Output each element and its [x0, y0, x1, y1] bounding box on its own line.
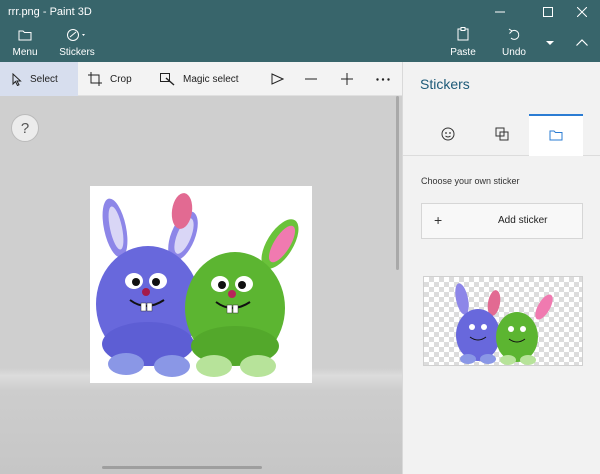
tools-toolbar: Select Crop Magic select — [0, 62, 402, 96]
flag-icon — [271, 73, 284, 85]
menu-label: Menu — [12, 47, 38, 58]
close-button[interactable] — [562, 0, 600, 24]
select-label: Select — [30, 73, 58, 85]
crop-label: Crop — [110, 73, 132, 85]
plus-icon — [341, 73, 353, 85]
tab-stickers[interactable] — [421, 114, 475, 156]
stickers-icon — [66, 28, 88, 44]
zoom-out-button[interactable] — [300, 62, 322, 96]
menu-button[interactable]: Menu — [10, 24, 40, 62]
undo-icon — [508, 28, 520, 44]
bunny-image — [96, 193, 299, 377]
horizontal-scrollbar[interactable] — [102, 466, 262, 469]
stickers-label: Stickers — [59, 47, 95, 58]
minimize-icon — [495, 7, 505, 17]
magic-select-label: Magic select — [183, 73, 239, 85]
view-3d-button[interactable] — [266, 62, 288, 96]
image-canvas[interactable] — [90, 186, 312, 383]
plus-icon: + — [434, 212, 443, 228]
more-icon — [376, 77, 390, 81]
title-bar: rrr.png - Paint 3D — [0, 0, 600, 24]
sticker-tabs — [403, 114, 600, 156]
window-title: rrr.png - Paint 3D — [8, 6, 92, 18]
undo-label: Undo — [502, 47, 526, 58]
folder-icon — [549, 129, 563, 144]
choose-sticker-label: Choose your own sticker — [421, 176, 520, 186]
zoom-in-button[interactable] — [336, 62, 358, 96]
panel-title: Stickers — [420, 76, 470, 92]
shapes-icon — [495, 127, 509, 144]
more-options-button[interactable] — [372, 62, 394, 96]
undo-button[interactable]: Undo — [500, 24, 528, 62]
canvas-workspace[interactable]: ? — [0, 96, 402, 474]
tab-custom-stickers[interactable] — [529, 114, 583, 156]
minus-icon — [305, 78, 317, 80]
paste-label: Paste — [450, 47, 476, 58]
paste-button[interactable]: Paste — [448, 24, 478, 62]
paste-icon — [457, 27, 469, 44]
stickers-face-icon — [441, 127, 455, 144]
chevron-down-icon — [546, 37, 554, 49]
select-tool[interactable]: Select — [0, 62, 78, 96]
maximize-icon — [543, 7, 553, 17]
stickers-button[interactable]: Stickers — [58, 24, 96, 62]
minimize-button[interactable] — [480, 0, 520, 24]
help-button[interactable]: ? — [11, 114, 39, 142]
collapse-ribbon-button[interactable] — [570, 24, 594, 62]
cursor-icon — [12, 72, 22, 86]
more-commands-button[interactable] — [540, 24, 560, 62]
magic-select-icon — [160, 72, 175, 86]
chevron-up-icon — [576, 37, 588, 49]
magic-select-tool[interactable]: Magic select — [160, 62, 250, 96]
sticker-thumbnail-image — [455, 283, 553, 365]
stickers-panel: Stickers Choose your own sticker + Add s… — [402, 62, 600, 474]
add-sticker-label: Add sticker — [498, 215, 548, 226]
crop-icon — [88, 72, 102, 86]
add-sticker-button[interactable]: + Add sticker — [421, 203, 583, 239]
crop-tool[interactable]: Crop — [88, 62, 148, 96]
folder-icon — [18, 29, 32, 44]
vertical-scrollbar[interactable] — [396, 96, 399, 270]
tab-shapes[interactable] — [475, 114, 529, 156]
command-bar: Menu Stickers Paste Undo — [0, 24, 600, 62]
sticker-thumbnail[interactable] — [423, 276, 583, 366]
close-icon — [577, 7, 587, 17]
